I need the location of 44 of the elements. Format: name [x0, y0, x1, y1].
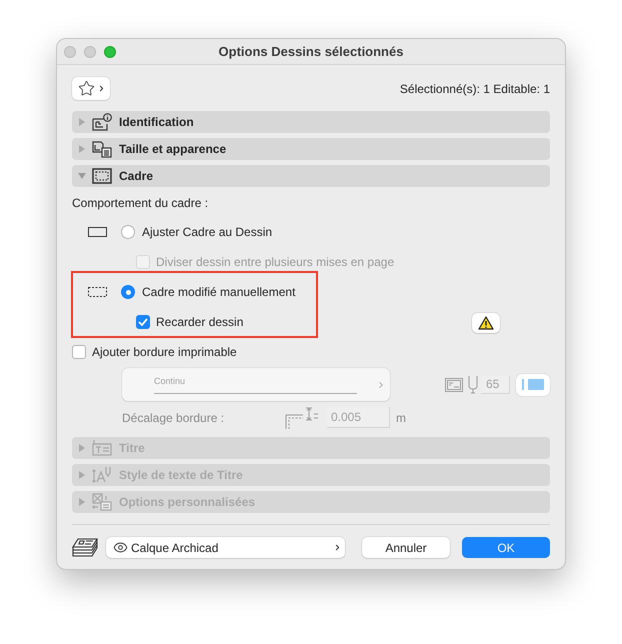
offset-label: Décalage bordure :: [122, 410, 226, 426]
radio-button[interactable]: [121, 225, 135, 239]
checkmark-icon: [138, 318, 148, 326]
warning-icon: [478, 316, 494, 330]
cancel-button[interactable]: Annuler: [362, 537, 450, 558]
group-heading: Comportement du cadre :: [72, 195, 210, 211]
custom-options-icon: [92, 493, 112, 511]
warning-button[interactable]: [472, 313, 500, 333]
window-title: Options Dessins sélectionnés: [218, 42, 404, 61]
option-label: Cadre modifié manuellement: [142, 284, 296, 301]
option-label: Ajuster Cadre au Dessin: [142, 224, 272, 241]
favorites-button[interactable]: [72, 77, 110, 100]
minimize-window-icon[interactable]: [84, 46, 96, 58]
line-type-name: Continu: [154, 376, 186, 386]
dashed-frame-icon: [92, 167, 112, 185]
checkbox[interactable]: [136, 315, 150, 329]
pen-set-icon: [445, 378, 463, 392]
color-swatch-icon: [522, 379, 544, 390]
radio-button[interactable]: [121, 285, 135, 299]
option-label: Ajouter bordure imprimable: [92, 344, 237, 361]
chevron-right-icon: [97, 84, 106, 93]
unit-label: m: [396, 410, 406, 426]
section-header[interactable]: Identification: [72, 111, 550, 133]
document-list-icon: [92, 140, 112, 158]
text-style-icon: [92, 466, 112, 484]
pen-nib-icon: [468, 376, 478, 394]
option-label: Recarder dessin: [156, 314, 244, 331]
option-label: Diviser dessin entre plusieurs mises en page: [156, 254, 394, 271]
dashed-frame-icon: [88, 287, 107, 297]
layer-dropdown[interactable]: Calque Archicad: [106, 537, 345, 558]
solid-frame-icon: [88, 227, 107, 237]
star-icon: [78, 80, 95, 97]
document-info-icon: [92, 113, 112, 131]
layers-icon: [72, 538, 98, 558]
chevron-right-icon: [333, 543, 342, 552]
section-header[interactable]: Cadre: [72, 165, 550, 187]
border-offset-icon: [285, 406, 318, 428]
title-block-icon: [92, 439, 112, 457]
eye-icon: [113, 540, 128, 555]
zoom-window-icon[interactable]: [104, 46, 116, 58]
section-header[interactable]: Taille et apparence: [72, 138, 550, 160]
selection-info: Sélectionné(s): 1 Editable: 1: [400, 80, 550, 98]
close-window-icon[interactable]: [64, 46, 76, 58]
ok-button[interactable]: OK: [462, 537, 550, 558]
